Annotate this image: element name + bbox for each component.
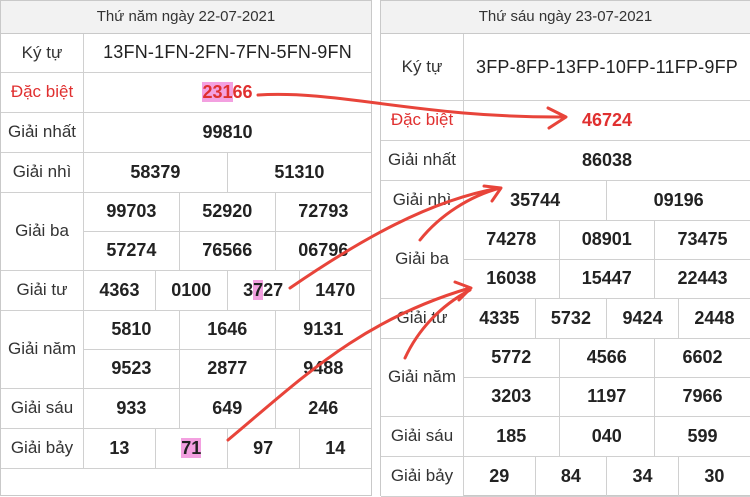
- results-panel-left: Thứ năm ngày 22-07-2021 Ký tự 13FN-1FN-2…: [0, 0, 372, 496]
- row-label-ba: Giải ba: [381, 220, 464, 298]
- bay-value: 34: [607, 456, 679, 496]
- nam-value: 9523: [84, 349, 180, 388]
- dac-biet-highlight: 23166: [202, 82, 252, 102]
- tu-value: 0100: [155, 270, 227, 310]
- bay-value: 84: [535, 456, 607, 496]
- ba-value: 57274: [84, 231, 180, 270]
- row-label-tu: Giải tư: [381, 298, 464, 338]
- dac-biet-value: 23166: [84, 72, 372, 112]
- tu-value: 9424: [607, 298, 679, 338]
- tu-value: 4335: [464, 298, 536, 338]
- ba-value: 99703: [84, 192, 180, 231]
- row-label-dac-biet: Đặc biệt: [1, 72, 84, 112]
- ky-tu-value: 3FP-8FP-13FP-10FP-11FP-9FP: [464, 34, 750, 100]
- nam-value: 3203: [464, 377, 560, 416]
- row-label-sau: Giải sáu: [381, 416, 464, 456]
- sau-value: 246: [275, 388, 371, 428]
- row-label-nam: Giải năm: [1, 310, 84, 388]
- row-label-ky-tu: Ký tự: [381, 34, 464, 100]
- sau-value: 185: [464, 416, 560, 456]
- row-label-tu: Giải tư: [1, 270, 84, 310]
- row-label-bay: Giải bảy: [381, 456, 464, 496]
- row-label-nhat: Giải nhất: [381, 140, 464, 180]
- nam-value: 9488: [275, 349, 371, 388]
- nhi-value: 51310: [227, 152, 371, 192]
- panel-title: Thứ năm ngày 22-07-2021: [1, 1, 371, 34]
- sau-value: 933: [84, 388, 180, 428]
- row-label-dac-biet: Đặc biệt: [381, 100, 464, 140]
- highlight-digits: 71: [181, 438, 201, 458]
- nam-value: 1197: [559, 377, 655, 416]
- results-panel-right: Thứ sáu ngày 23-07-2021 Ký tự 3FP-8FP-13…: [380, 0, 750, 496]
- sau-value: 599: [655, 416, 750, 456]
- results-table: Ký tự 13FN-1FN-2FN-7FN-5FN-9FN Đặc biệt …: [1, 34, 371, 469]
- nam-value: 9131: [275, 310, 371, 349]
- sau-value: 040: [559, 416, 655, 456]
- ba-value: 15447: [559, 259, 655, 298]
- nam-value: 4566: [559, 338, 655, 377]
- sau-value: 649: [179, 388, 275, 428]
- bay-value: 13: [84, 428, 156, 468]
- tu-value: 5732: [535, 298, 607, 338]
- nam-value: 2877: [179, 349, 275, 388]
- nam-value: 5772: [464, 338, 560, 377]
- row-label-nam: Giải năm: [381, 338, 464, 416]
- results-table: Ký tự 3FP-8FP-13FP-10FP-11FP-9FP Đặc biệ…: [381, 34, 750, 497]
- nhi-value: 09196: [607, 180, 750, 220]
- panel-title: Thứ sáu ngày 23-07-2021: [381, 1, 750, 34]
- ba-value: 74278: [464, 220, 560, 259]
- nam-value: 1646: [179, 310, 275, 349]
- tu-value: 2448: [678, 298, 750, 338]
- row-label-nhat: Giải nhất: [1, 112, 84, 152]
- ba-value: 08901: [559, 220, 655, 259]
- bay-value: 29: [464, 456, 536, 496]
- highlight-digits: 231: [202, 82, 232, 102]
- ba-value: 52920: [179, 192, 275, 231]
- tu-value: 4363: [84, 270, 156, 310]
- ba-value: 22443: [655, 259, 750, 298]
- nam-value: 7966: [655, 377, 750, 416]
- ba-value: 06796: [275, 231, 371, 270]
- nhi-value: 58379: [84, 152, 228, 192]
- highlight-digits: 7: [253, 280, 263, 300]
- row-label-ky-tu: Ký tự: [1, 34, 84, 72]
- bay-value: 71: [155, 428, 227, 468]
- row-label-nhi: Giải nhì: [1, 152, 84, 192]
- tu-value: 3727: [227, 270, 299, 310]
- row-label-nhi: Giải nhì: [381, 180, 464, 220]
- dac-biet-value: 46724: [464, 100, 750, 140]
- ba-value: 73475: [655, 220, 750, 259]
- nam-value: 6602: [655, 338, 750, 377]
- row-label-ba: Giải ba: [1, 192, 84, 270]
- nhat-value: 99810: [84, 112, 372, 152]
- bay-value: 14: [299, 428, 371, 468]
- row-label-sau: Giải sáu: [1, 388, 84, 428]
- ba-value: 76566: [179, 231, 275, 270]
- row-label-bay: Giải bảy: [1, 428, 84, 468]
- tu-value: 1470: [299, 270, 371, 310]
- bay-value: 97: [227, 428, 299, 468]
- ky-tu-value: 13FN-1FN-2FN-7FN-5FN-9FN: [84, 34, 372, 72]
- nam-value: 5810: [84, 310, 180, 349]
- ba-value: 16038: [464, 259, 560, 298]
- nhat-value: 86038: [464, 140, 750, 180]
- bay-value: 30: [678, 456, 750, 496]
- ba-value: 72793: [275, 192, 371, 231]
- nhi-value: 35744: [464, 180, 607, 220]
